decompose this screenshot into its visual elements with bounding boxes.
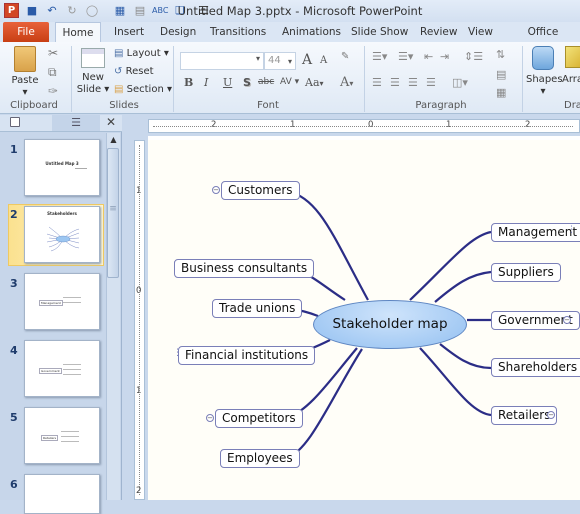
topic-shareholders[interactable]: Shareholders — [491, 358, 580, 377]
collapse-icon[interactable]: − — [563, 316, 571, 324]
collapse-icon[interactable]: − — [547, 411, 555, 419]
topic-customers[interactable]: Customers — [221, 181, 300, 200]
connector-shareholders — [439, 343, 492, 370]
expand-icon[interactable]: ⋮ — [567, 225, 576, 235]
connector-customers — [285, 188, 369, 301]
topic-business-consultants[interactable]: Business consultants — [174, 259, 315, 278]
collapse-icon[interactable]: − — [206, 414, 214, 422]
connector-suppliers — [434, 270, 492, 303]
topic-trade-unions[interactable]: Trade unions — [212, 299, 303, 318]
topic-financial-institutions[interactable]: Financial institutions — [178, 346, 316, 365]
connector-employees — [286, 348, 363, 460]
collapse-icon[interactable]: − — [212, 186, 220, 194]
expand-icon[interactable]: ⋮ — [170, 261, 179, 271]
topic-competitors[interactable]: Competitors — [215, 409, 303, 428]
central-topic[interactable]: Stakeholder map — [313, 300, 467, 349]
topic-suppliers[interactable]: Suppliers — [491, 263, 561, 282]
expand-icon[interactable]: ⋮ — [173, 348, 182, 358]
topic-employees[interactable]: Employees — [220, 449, 300, 468]
connector-retailers — [419, 347, 492, 417]
